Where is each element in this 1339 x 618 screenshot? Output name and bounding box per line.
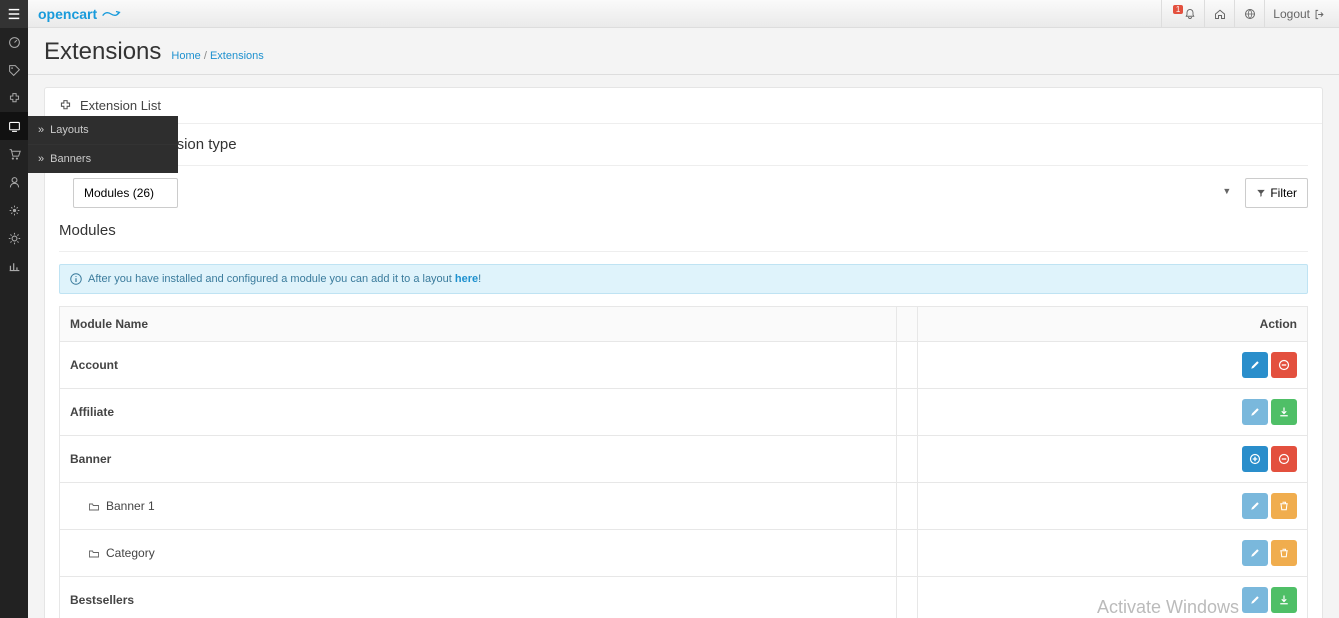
pencil-icon (1249, 594, 1261, 606)
edit-button[interactable] (1242, 540, 1268, 566)
sidebar (0, 28, 28, 618)
submenu-label: Banners (50, 153, 91, 165)
trash-icon (1278, 547, 1290, 559)
chevron-right-icon: » (38, 153, 44, 165)
module-name: Account (70, 358, 118, 372)
info-link[interactable]: here (455, 273, 478, 285)
logo[interactable]: opencart (38, 6, 121, 22)
nav-design[interactable] (0, 112, 28, 140)
minus-icon (1278, 359, 1290, 371)
submenu-layouts[interactable]: » Layouts (28, 116, 178, 144)
info-alert: After you have installed and configured … (59, 264, 1308, 294)
delete-button[interactable] (1271, 540, 1297, 566)
delete-button[interactable] (1271, 493, 1297, 519)
minus-icon (1278, 453, 1290, 465)
col-module-name: Module Name (60, 307, 897, 342)
edit-button[interactable] (1242, 352, 1268, 378)
pencil-icon (1249, 359, 1261, 371)
page-title: Extensions (44, 38, 161, 66)
nav-marketing[interactable] (0, 196, 28, 224)
edit-button[interactable] (1242, 493, 1268, 519)
logout-label: Logout (1273, 7, 1310, 21)
install-button[interactable] (1271, 587, 1297, 613)
page-header: Extensions Home / Extensions (28, 28, 1339, 75)
type-label: Choose the extension type (59, 136, 1308, 153)
folder-icon (88, 548, 100, 560)
install-icon (1278, 406, 1290, 418)
table-row: Banner 1 (60, 483, 1308, 530)
extension-panel: Extension List Choose the extension type… (44, 87, 1323, 618)
plus-icon (1249, 453, 1261, 465)
info-icon (70, 273, 82, 285)
module-name: Affiliate (70, 405, 114, 419)
breadcrumb: Home / Extensions (171, 50, 263, 62)
folder-icon (88, 501, 100, 513)
uninstall-button[interactable] (1271, 446, 1297, 472)
module-name: Bestsellers (70, 593, 134, 607)
nav-extensions[interactable] (0, 84, 28, 112)
add-button[interactable] (1242, 446, 1268, 472)
install-icon (1278, 594, 1290, 606)
nav-reports[interactable] (0, 252, 28, 280)
col-action: Action (918, 307, 1308, 342)
topbar: opencart 1 Logout (0, 0, 1339, 28)
info-text: After you have installed and configured … (88, 273, 455, 285)
filter-label: Filter (1270, 186, 1297, 200)
module-name: Banner 1 (106, 499, 155, 513)
edit-button[interactable] (1242, 587, 1268, 613)
uninstall-button[interactable] (1271, 352, 1297, 378)
edit-button[interactable] (1242, 399, 1268, 425)
table-row: Category (60, 530, 1308, 577)
table-row: Affiliate (60, 389, 1308, 436)
filter-button[interactable]: Filter (1245, 178, 1308, 208)
notifications-button[interactable]: 1 (1161, 0, 1204, 28)
divider (59, 165, 1308, 166)
panel-heading-text: Extension List (80, 98, 161, 113)
trash-icon (1278, 500, 1290, 512)
main-content: Extensions Home / Extensions Extension L… (28, 28, 1339, 618)
crumb-home[interactable]: Home (171, 50, 200, 62)
logo-text: opencart (38, 6, 97, 22)
submenu-banners[interactable]: » Banners (28, 144, 178, 173)
panel-heading: Extension List (45, 88, 1322, 124)
nav-sales[interactable] (0, 140, 28, 168)
home-button[interactable] (1204, 0, 1234, 28)
nav-customers[interactable] (0, 168, 28, 196)
divider (59, 251, 1308, 252)
install-button[interactable] (1271, 399, 1297, 425)
sidebar-toggle[interactable] (0, 0, 28, 28)
design-submenu: » Layouts » Banners (28, 116, 178, 173)
pencil-icon (1249, 500, 1261, 512)
table-row: Bestsellers (60, 577, 1308, 618)
store-button[interactable] (1234, 0, 1264, 28)
nav-dashboard[interactable] (0, 28, 28, 56)
pencil-icon (1249, 547, 1261, 559)
logout-button[interactable]: Logout (1264, 0, 1333, 28)
filter-icon (1256, 188, 1266, 198)
modules-table: Module Name Action Account Affiliate Banne… (59, 306, 1308, 618)
modules-heading: Modules (59, 222, 1308, 239)
table-row: Banner (60, 436, 1308, 483)
module-name: Category (106, 546, 155, 560)
chevron-right-icon: » (38, 124, 44, 136)
notif-badge: 1 (1173, 5, 1183, 14)
nav-system[interactable] (0, 224, 28, 252)
puzzle-icon (59, 99, 72, 112)
table-row: Account (60, 342, 1308, 389)
extension-type-select[interactable]: Modules (26) (73, 178, 178, 208)
crumb-current[interactable]: Extensions (210, 50, 264, 62)
nav-catalog[interactable] (0, 56, 28, 84)
pencil-icon (1249, 406, 1261, 418)
submenu-label: Layouts (50, 124, 89, 136)
module-name: Banner (70, 452, 111, 466)
